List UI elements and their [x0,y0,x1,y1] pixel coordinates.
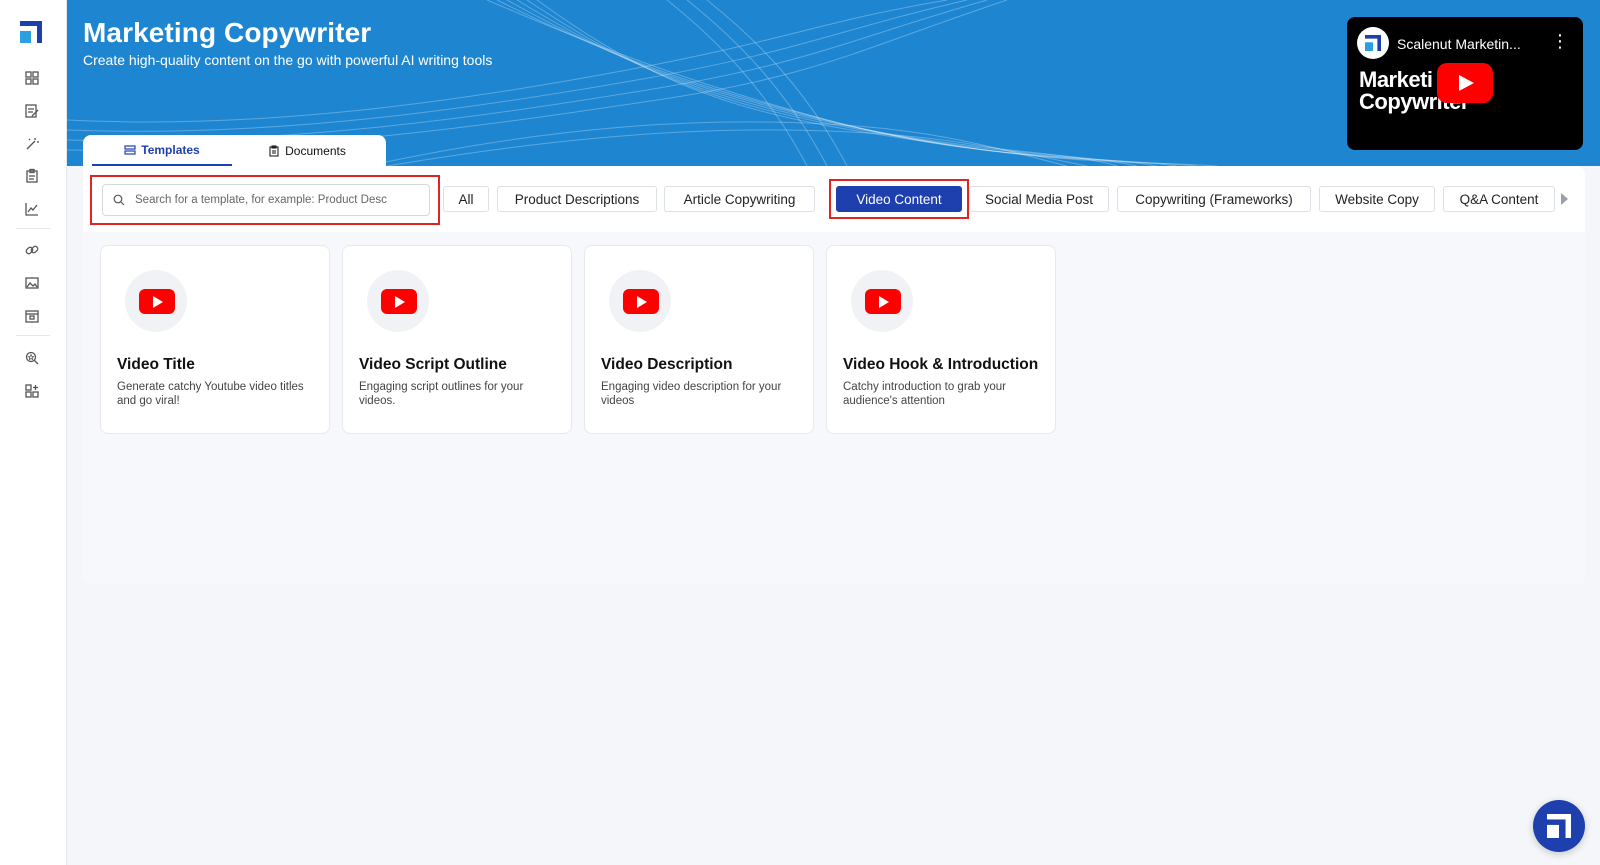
page-subtitle: Create high-quality content on the go wi… [83,52,493,68]
magic-wand-icon[interactable] [24,136,40,152]
category-qa-content[interactable]: Q&A Content [1443,186,1555,212]
category-product-descriptions[interactable]: Product Descriptions [497,186,657,212]
apps-grid-icon[interactable] [24,383,40,399]
category-video-content[interactable]: Video Content [836,186,962,212]
card-description: Catchy introduction to grab your audienc… [843,381,1007,407]
search-input[interactable] [135,185,425,215]
sidebar-divider [16,335,50,336]
channel-avatar [1357,27,1389,59]
video-channel-title: Scalenut Marketin... [1397,36,1521,52]
card-description: Engaging video description for your vide… [601,381,782,407]
sidebar [0,0,67,865]
youtube-icon-wrapper [609,270,671,332]
category-website-copy[interactable]: Website Copy [1319,186,1435,212]
help-chat-button[interactable] [1533,800,1585,852]
youtube-icon [623,289,659,314]
scalenut-logo-icon [1547,814,1571,838]
trend-chart-icon[interactable] [24,201,40,217]
template-grid: Video Title Generate catchy Youtube vide… [83,232,1585,584]
youtube-icon-wrapper [125,270,187,332]
card-title: Video Description [601,356,733,373]
search-icon [113,194,125,206]
template-card-video-hook-introduction[interactable]: Video Hook & Introduction Catchy introdu… [826,245,1056,434]
tab-templates[interactable]: Templates [92,135,232,166]
template-card-video-description[interactable]: Video Description Engaging video descrip… [584,245,814,434]
search-field[interactable] [102,184,430,216]
calendar-icon[interactable] [24,308,40,324]
category-copywriting-frameworks[interactable]: Copywriting (Frameworks) [1117,186,1311,212]
view-tabs: Templates Documents [83,135,386,166]
search-highlight-box [90,175,440,225]
category-all[interactable]: All [443,186,489,212]
card-title: Video Hook & Introduction [843,356,1039,373]
card-description: Engaging script outlines for your videos… [359,381,524,407]
page-title: Marketing Copywriter [83,17,372,48]
templates-icon [124,144,136,155]
play-button-icon[interactable] [1437,63,1493,103]
documents-icon [269,144,279,157]
category-social-media-post[interactable]: Social Media Post [969,186,1109,212]
search-star-icon[interactable] [24,350,40,366]
filter-bar: All Product Descriptions Article Copywri… [83,166,1585,232]
youtube-icon [381,289,417,314]
template-card-video-title[interactable]: Video Title Generate catchy Youtube vide… [100,245,330,434]
youtube-icon [865,289,901,314]
image-icon[interactable] [24,275,40,291]
more-options-icon[interactable]: ⋮ [1551,32,1569,50]
tab-documents[interactable]: Documents [237,135,377,166]
youtube-icon-wrapper [851,270,913,332]
document-edit-icon[interactable] [24,103,40,119]
scroll-right-arrow-icon[interactable] [1561,193,1568,205]
sidebar-divider [16,228,50,229]
link-icon[interactable] [24,242,40,258]
card-title: Video Title [117,356,195,373]
youtube-icon [139,289,175,314]
scalenut-logo[interactable] [20,21,42,43]
category-article-copywriting[interactable]: Article Copywriting [664,186,815,212]
youtube-icon-wrapper [367,270,429,332]
clipboard-icon[interactable] [24,168,40,184]
template-card-video-script-outline[interactable]: Video Script Outline Engaging script out… [342,245,572,434]
card-description: Generate catchy Youtube video titles and… [117,381,304,407]
dashboard-grid-icon[interactable] [24,70,40,86]
intro-video-player[interactable]: Scalenut Marketin... ⋮ Marketi Copywrite… [1347,17,1583,150]
card-title: Video Script Outline [359,356,507,373]
